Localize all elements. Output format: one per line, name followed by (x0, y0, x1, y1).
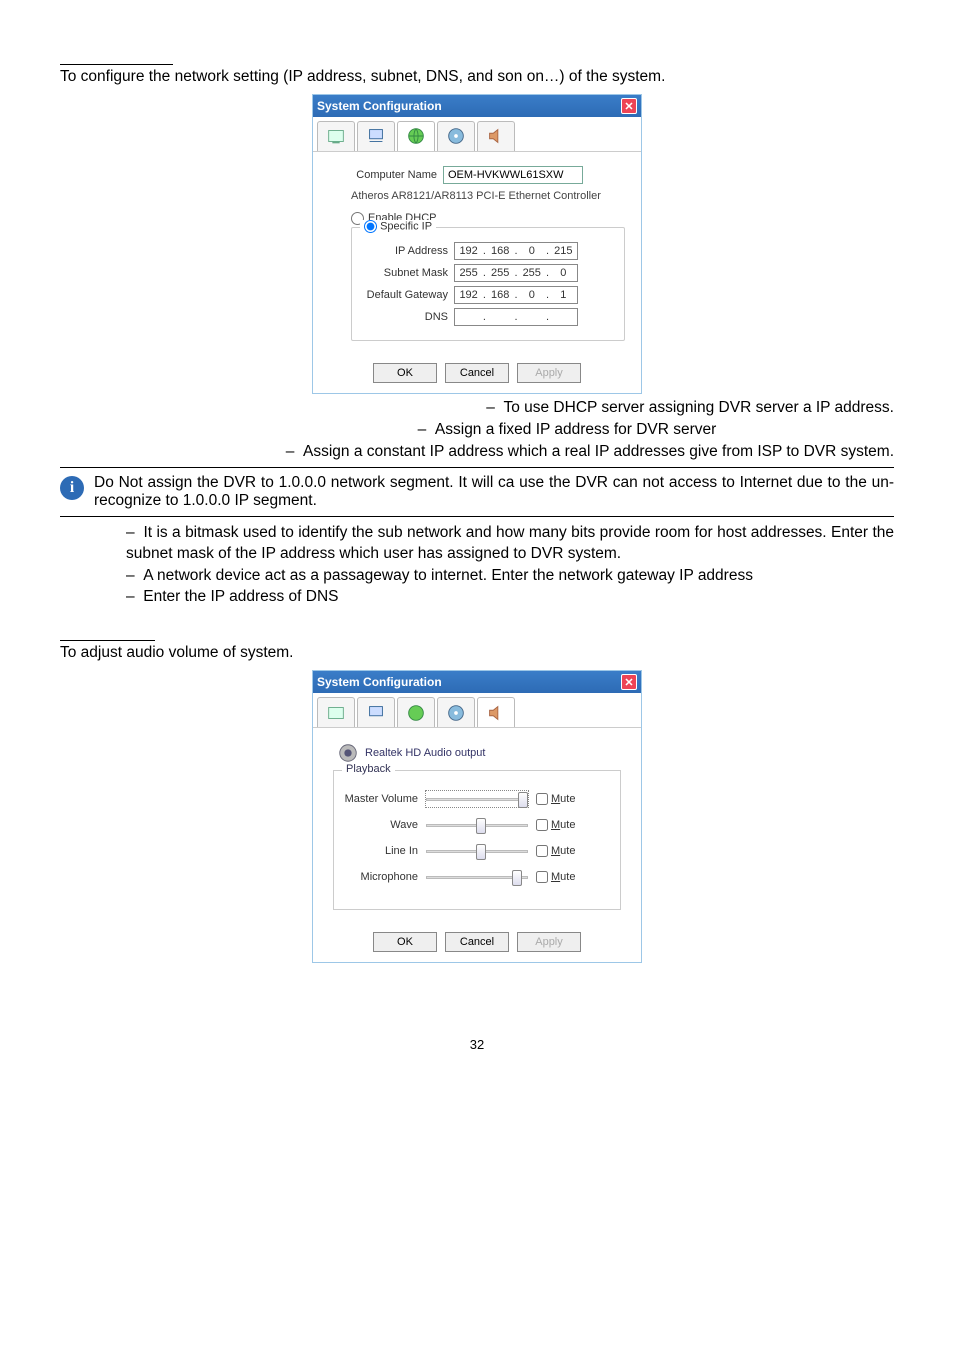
master-volume-slider[interactable] (426, 791, 528, 807)
subnet-mask-field[interactable]: 255.255.255.0 (454, 264, 578, 282)
nic-description: Atheros AR8121/AR8113 PCI-E Ethernet Con… (351, 190, 625, 202)
tab-disk[interactable] (437, 121, 475, 151)
ip-address-label: IP Address (362, 245, 448, 257)
bullet-gateway: – A network device act as a passageway t… (126, 566, 894, 587)
playback-group: Playback Master Volume Mute Wave Mute Li… (333, 770, 621, 910)
dialog-title: System Configuration (317, 99, 442, 113)
wave-mute-label: Mute (551, 819, 575, 831)
audio-intro: To adjust audio volume of system. (60, 643, 894, 664)
audio-close-icon[interactable]: ✕ (621, 674, 637, 690)
tab-audio-2[interactable] (477, 697, 515, 727)
audio-apply-button[interactable]: Apply (517, 932, 581, 952)
network-dialog: System Configuration ✕ Computer Name Ath… (312, 94, 642, 394)
close-icon[interactable]: ✕ (621, 98, 637, 114)
default-gateway-label: Default Gateway (362, 289, 448, 301)
tab-display[interactable] (357, 121, 395, 151)
mic-mute-label: Mute (551, 871, 575, 883)
bullet-dns: – Enter the IP address of DNS (126, 587, 894, 608)
ok-button[interactable]: OK (373, 363, 437, 383)
dns-label: DNS (362, 311, 448, 323)
audio-ok-button[interactable]: OK (373, 932, 437, 952)
audio-dialog-body: Realtek HD Audio output Playback Master … (313, 728, 641, 924)
master-mute-label: Mute (551, 793, 575, 805)
dialog-body: Computer Name Atheros AR8121/AR8113 PCI-… (313, 152, 641, 355)
network-intro: To configure the network setting (IP add… (60, 67, 894, 88)
bullet-specific-ip: – Assign a fixed IP address for DVR serv… (60, 420, 894, 441)
specific-ip-radio[interactable] (364, 220, 377, 233)
wave-mute-checkbox[interactable] (536, 819, 548, 831)
dialog-titlebar: System Configuration ✕ (313, 95, 641, 117)
network-setup-heading-line: Network Setup (60, 46, 173, 65)
computer-name-field[interactable] (443, 166, 583, 184)
linein-label: Line In (342, 845, 418, 857)
warning-text: Do Not assign the DVR to 1.0.0.0 network… (94, 474, 894, 510)
tab-network[interactable] (397, 121, 435, 151)
mic-label: Microphone (342, 871, 418, 883)
master-mute-checkbox[interactable] (536, 793, 548, 805)
info-icon: i (60, 476, 84, 500)
mic-mute-checkbox[interactable] (536, 871, 548, 883)
mic-slider[interactable] (426, 869, 528, 885)
tab-network-2[interactable] (397, 697, 435, 727)
default-gateway-field[interactable]: 192.168.0.1 (454, 286, 578, 304)
audio-tab-strip (313, 693, 641, 728)
warning-block: i Do Not assign the DVR to 1.0.0.0 netwo… (60, 467, 894, 517)
playback-legend: Playback (342, 763, 395, 775)
master-volume-label: Master Volume (342, 793, 418, 805)
tab-disk-2[interactable] (437, 697, 475, 727)
cancel-button[interactable]: Cancel (445, 363, 509, 383)
tab-audio[interactable] (477, 121, 515, 151)
specific-ip-label: Specific IP (380, 220, 432, 232)
wave-label: Wave (342, 819, 418, 831)
ip-address-field[interactable]: 192.168.0.215 (454, 242, 578, 260)
tab-display-2[interactable] (357, 697, 395, 727)
subnet-mask-label: Subnet Mask (362, 267, 448, 279)
bullet-enable-dhcp: – Enable DHCP:To use DHCP server assigni… (60, 398, 894, 419)
linein-slider[interactable] (426, 843, 528, 859)
specific-ip-group: Specific IP IP Address 192.168.0.215 Sub… (351, 227, 625, 341)
bullet-ip-address: – Assign a constant IP address which a r… (60, 442, 894, 463)
dns-field[interactable]: ... (454, 308, 578, 326)
audio-cancel-button[interactable]: Cancel (445, 932, 509, 952)
apply-button[interactable]: Apply (517, 363, 581, 383)
linein-mute-checkbox[interactable] (536, 845, 548, 857)
audio-dialog-title: System Configuration (317, 675, 442, 689)
wave-slider[interactable] (426, 817, 528, 833)
tab-strip (313, 117, 641, 152)
linein-mute-label: Mute (551, 845, 575, 857)
tab-general[interactable] (317, 121, 355, 151)
audio-setup-heading-line: Audio Setup (60, 622, 155, 641)
speaker-icon (337, 742, 359, 764)
page-number: 32 (60, 1037, 894, 1052)
tab-general-2[interactable] (317, 697, 355, 727)
bullet-mask: – It is a bitmask used to identify the s… (126, 523, 894, 565)
audio-device-label: Realtek HD Audio output (365, 747, 485, 759)
computer-name-label: Computer Name (351, 169, 437, 181)
audio-dialog-titlebar: System Configuration ✕ (313, 671, 641, 693)
audio-dialog: System Configuration ✕ Realtek HD Audio … (312, 670, 642, 963)
